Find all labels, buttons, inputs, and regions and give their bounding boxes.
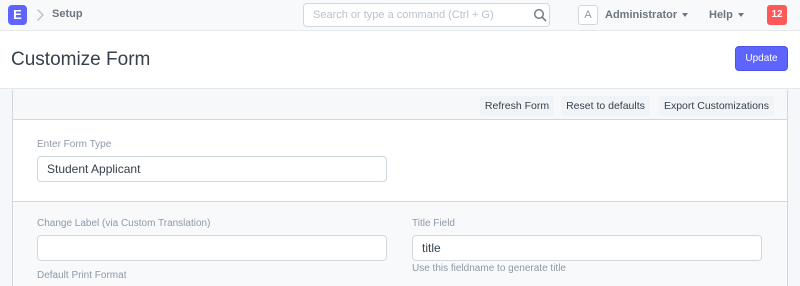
caret-down-icon <box>682 13 689 18</box>
form-type-input[interactable]: Student Applicant <box>37 156 387 182</box>
reset-to-defaults-button[interactable]: Reset to defaults <box>561 96 650 116</box>
search-input[interactable] <box>303 3 550 27</box>
app-logo[interactable]: E <box>8 5 27 25</box>
breadcrumb-setup[interactable]: Setup <box>52 8 83 20</box>
notification-badge[interactable]: 12 <box>767 5 787 25</box>
user-menu[interactable]: Administrator <box>605 9 689 21</box>
title-field-help: Use this fieldname to generate title <box>412 263 566 274</box>
title-field-input[interactable]: title <box>412 235 762 261</box>
avatar[interactable]: A <box>578 5 598 25</box>
change-label-label: Change Label (via Custom Translation) <box>37 218 211 229</box>
search-icon[interactable] <box>533 8 547 22</box>
help-menu[interactable]: Help <box>709 9 744 21</box>
help-menu-label: Help <box>709 9 733 21</box>
chevron-right-icon <box>37 9 44 21</box>
title-field-label: Title Field <box>412 218 455 229</box>
export-customizations-button[interactable]: Export Customizations <box>659 96 774 116</box>
default-print-format-label: Default Print Format <box>37 270 127 281</box>
page-title: Customize Form <box>11 49 151 70</box>
user-menu-label: Administrator <box>605 9 678 21</box>
form-type-label: Enter Form Type <box>37 139 112 150</box>
caret-down-icon <box>737 13 744 18</box>
change-label-input[interactable] <box>37 235 387 261</box>
refresh-form-button[interactable]: Refresh Form <box>480 96 554 116</box>
update-button[interactable]: Update <box>735 46 788 71</box>
